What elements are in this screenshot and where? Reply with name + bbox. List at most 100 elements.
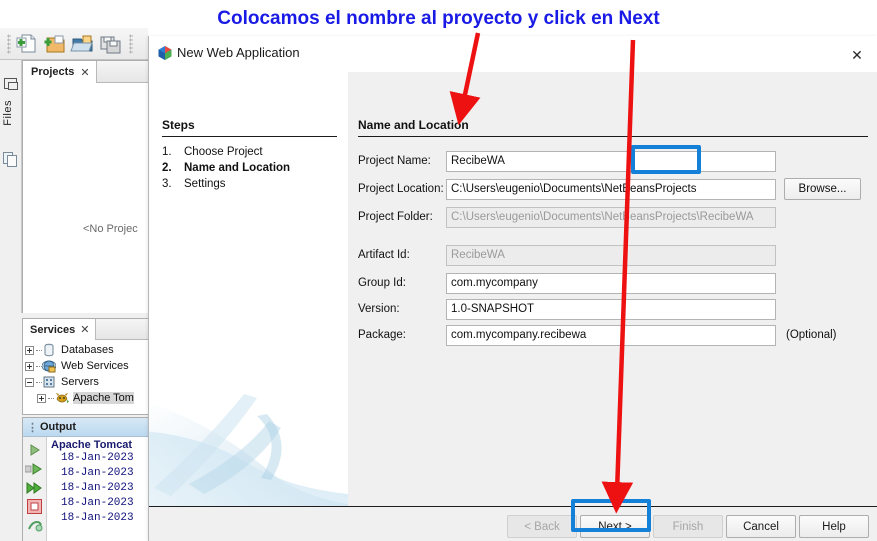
dialog-footer: < Back Next > Finish Cancel Help <box>149 506 877 541</box>
services-window: Services ✕ Databases Web Services Server… <box>22 318 148 415</box>
page-title-divider <box>358 136 868 137</box>
next-button[interactable]: Next > <box>580 515 650 538</box>
tree-item-apache-tomcat[interactable]: Apache Tom <box>25 390 148 406</box>
dock-tab-files[interactable]: Files <box>2 100 14 126</box>
output-text[interactable]: Apache Tomcat 18-Jan-2023 18-Jan-2023 18… <box>47 437 148 541</box>
tab-projects-label: Projects <box>31 66 75 78</box>
steps-pane: Steps 1. Choose Project 2. Name and Loca… <box>149 72 348 506</box>
new-web-application-dialog: New Web Application ✕ Steps 1. Choose Pr… <box>148 36 877 541</box>
artifact-id-label: Artifact Id: <box>358 249 410 261</box>
tree-item-label: Databases <box>61 344 114 356</box>
output-window: ⋮ Output Apache Tomcat 18-Jan-2023 18-Ja… <box>22 417 148 541</box>
dialog-body: Steps 1. Choose Project 2. Name and Loca… <box>149 72 877 506</box>
output-body: Apache Tomcat 18-Jan-2023 18-Jan-2023 18… <box>23 437 148 541</box>
output-gutter[interactable] <box>23 437 47 541</box>
steps-heading: Steps <box>162 118 195 132</box>
tab-services-label: Services <box>30 323 76 336</box>
field-row-artifact-id: Artifact Id: RecibeWA <box>358 244 776 266</box>
save-all-icon[interactable] <box>98 32 124 56</box>
help-button[interactable]: Help <box>799 515 869 538</box>
toolbar-grip[interactable] <box>7 33 11 54</box>
new-file-icon[interactable] <box>14 32 40 56</box>
tree-item-label: Web Services <box>61 360 129 372</box>
toolbar-grip-2[interactable] <box>129 33 133 54</box>
web-services-icon <box>41 359 58 373</box>
project-location-input[interactable]: C:\Users\eugenio\Documents\NetBeansProje… <box>446 178 776 200</box>
window-grip-icon: ⋮ <box>27 421 38 434</box>
files-icon[interactable] <box>3 152 18 168</box>
field-row-project-name: Project Name: RecibeWA <box>358 150 776 172</box>
version-label: Version: <box>358 303 400 315</box>
gc-icon[interactable] <box>23 516 46 535</box>
decorative-swoosh-graphic <box>149 394 348 506</box>
tree-item-databases[interactable]: Databases <box>25 342 148 358</box>
output-line: 18-Jan-2023 <box>61 482 134 494</box>
output-line: 18-Jan-2023 <box>61 512 134 524</box>
open-project-icon[interactable] <box>70 32 96 56</box>
tree-item-web-services[interactable]: Web Services <box>25 358 148 374</box>
field-row-package: Package: com.mycompany.recibewa (Optiona… <box>358 324 837 346</box>
close-icon[interactable]: ✕ <box>80 66 89 79</box>
name-and-location-pane: Name and Location Project Name: RecibeWA… <box>348 72 877 506</box>
screenshot-root: Files Projects ✕ <No Projec Services ✕ D… <box>0 0 877 541</box>
step-item-2: 2. Name and Location <box>162 162 290 174</box>
netbeans-cube-icon <box>157 45 173 61</box>
project-folder-label: Project Folder: <box>358 211 433 223</box>
tab-services[interactable]: Services ✕ <box>23 319 97 340</box>
ide-toolbar[interactable] <box>0 28 148 60</box>
cancel-button[interactable]: Cancel <box>726 515 796 538</box>
tab-projects[interactable]: Projects ✕ <box>23 61 97 83</box>
step-label: Choose Project <box>184 146 263 158</box>
minimize-window-icon[interactable] <box>4 78 18 90</box>
step-label: Settings <box>184 178 226 190</box>
annotation-title: Colocamos el nombre al proyecto y click … <box>217 8 660 29</box>
output-title: Output <box>40 421 77 433</box>
output-line: 18-Jan-2023 <box>61 467 134 479</box>
field-row-project-folder: Project Folder: C:\Users\eugenio\Documen… <box>358 206 776 228</box>
expander-plus-icon[interactable] <box>37 393 46 403</box>
finish-button[interactable]: Finish <box>653 515 723 538</box>
step-number: 2. <box>162 162 172 174</box>
services-tabbar[interactable]: Services ✕ <box>23 319 148 340</box>
artifact-id-input: RecibeWA <box>446 244 776 266</box>
step-item-3: 3. Settings <box>162 178 226 190</box>
package-input[interactable]: com.mycompany.recibewa <box>446 324 776 346</box>
output-titlebar[interactable]: ⋮ Output <box>23 418 148 437</box>
run-icon[interactable] <box>23 440 46 459</box>
expander-plus-icon[interactable] <box>25 361 34 371</box>
group-id-input[interactable]: com.mycompany <box>446 272 776 294</box>
fastforward-icon[interactable] <box>23 478 46 497</box>
projects-tree[interactable]: <No Projec <box>23 83 148 313</box>
back-button[interactable]: < Back <box>507 515 577 538</box>
expander-plus-icon[interactable] <box>25 345 34 355</box>
projects-tabbar[interactable]: Projects ✕ <box>23 61 148 83</box>
package-label: Package: <box>358 329 406 341</box>
tree-item-label: Apache Tom <box>73 392 134 404</box>
version-input[interactable]: 1.0-SNAPSHOT <box>446 298 776 320</box>
tomcat-icon <box>54 391 70 405</box>
project-location-label: Project Location: <box>358 183 444 195</box>
close-icon[interactable]: ✕ <box>80 323 89 336</box>
field-row-project-location: Project Location: C:\Users\eugenio\Docum… <box>358 178 861 200</box>
browse-button[interactable]: Browse... <box>784 178 861 200</box>
dialog-title: New Web Application <box>177 45 300 60</box>
stop-icon[interactable] <box>23 497 46 516</box>
close-icon[interactable]: ✕ <box>848 46 866 64</box>
page-title: Name and Location <box>358 118 469 132</box>
new-project-icon[interactable] <box>42 32 68 56</box>
tree-item-label: Servers <box>61 376 99 388</box>
output-tab-label: Apache Tomcat <box>51 439 133 451</box>
tree-item-servers[interactable]: Servers <box>25 374 148 390</box>
services-tree[interactable]: Databases Web Services Servers Apache To… <box>23 340 148 406</box>
rerun-icon[interactable] <box>23 459 46 478</box>
no-projects-text: <No Projec <box>83 223 138 235</box>
output-line: 18-Jan-2023 <box>61 497 134 509</box>
database-icon <box>42 343 58 357</box>
left-dock-strip[interactable]: Files <box>0 60 22 313</box>
field-row-group-id: Group Id: com.mycompany <box>358 272 776 294</box>
project-name-input[interactable]: RecibeWA <box>446 150 776 172</box>
dialog-titlebar[interactable]: New Web Application ✕ <box>149 36 877 72</box>
package-optional-hint: (Optional) <box>786 329 837 341</box>
expander-minus-icon[interactable] <box>25 377 34 387</box>
project-folder-input: C:\Users\eugenio\Documents\NetBeansProje… <box>446 206 776 228</box>
